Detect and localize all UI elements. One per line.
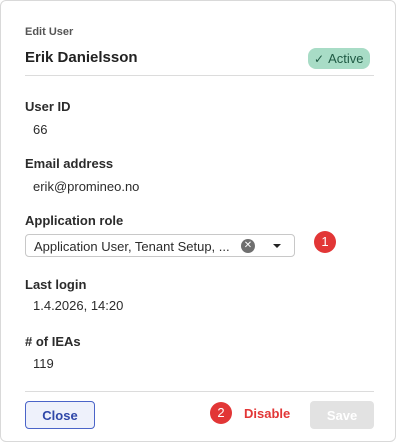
- application-role-select[interactable]: Application User, Tenant Setup, ... ✕: [25, 234, 295, 257]
- footer-divider: [25, 391, 374, 392]
- dialog-caption: Edit User: [25, 26, 74, 38]
- user-name-title: Erik Danielsson: [25, 49, 138, 66]
- email-label: Email address: [25, 156, 114, 171]
- last-login-label: Last login: [25, 277, 87, 292]
- header-divider: [25, 75, 374, 76]
- clear-icon[interactable]: ✕: [241, 239, 255, 253]
- annotation-marker-2: 2: [210, 402, 232, 424]
- disable-button[interactable]: Disable: [244, 406, 290, 421]
- status-badge: ✓ Active: [308, 48, 371, 69]
- save-button[interactable]: Save: [310, 401, 374, 429]
- user-id-value: 66: [33, 122, 48, 137]
- email-value: erik@promineo.no: [33, 179, 140, 194]
- application-role-value: Application User, Tenant Setup, ...: [34, 239, 230, 254]
- application-role-label: Application role: [25, 213, 124, 228]
- edit-user-dialog: Edit User Erik Danielsson ✓ Active User …: [0, 0, 396, 442]
- close-button[interactable]: Close: [25, 401, 95, 429]
- ieas-label: # of IEAs: [25, 334, 81, 349]
- annotation-marker-1: 1: [314, 231, 336, 253]
- check-icon: ✓: [314, 51, 325, 66]
- last-login-value: 1.4.2026, 14:20: [33, 298, 124, 313]
- chevron-down-icon[interactable]: [273, 244, 281, 248]
- user-id-label: User ID: [25, 99, 71, 114]
- status-label: Active: [328, 51, 364, 66]
- ieas-value: 119: [33, 356, 54, 371]
